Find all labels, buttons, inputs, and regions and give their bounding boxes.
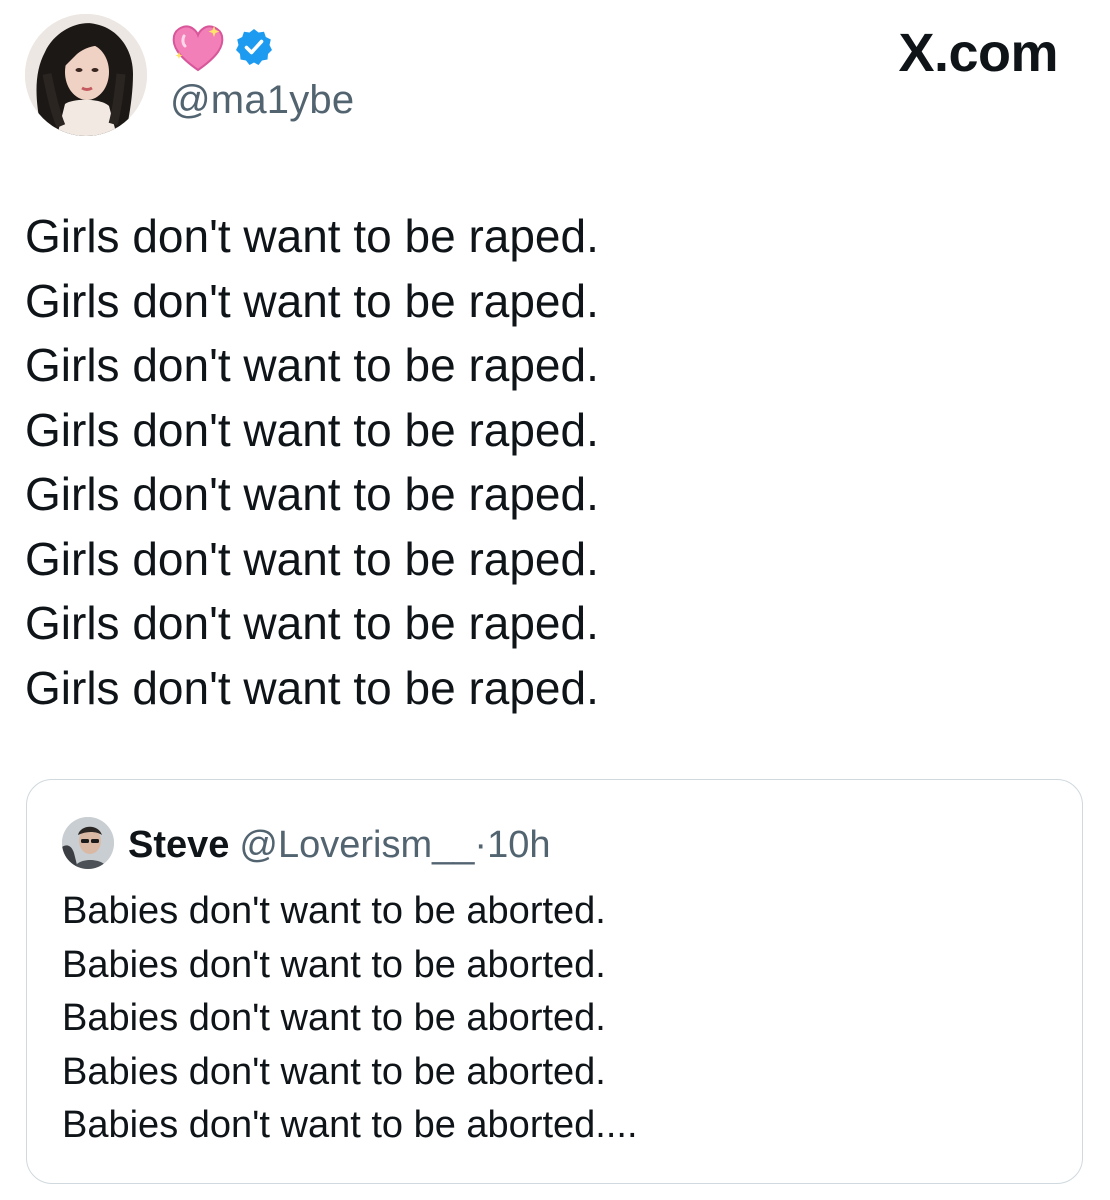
quoted-tweet-meta: Steve @Loverism__·10h xyxy=(128,820,550,870)
quoted-tweet-body: Babies don't want to be aborted. Babies … xyxy=(62,885,638,1153)
tweet-text-line: Girls don't want to be raped. xyxy=(25,597,599,649)
quoted-tweet-text-line: Babies don't want to be aborted. xyxy=(62,997,606,1039)
quoted-author-name[interactable]: Steve xyxy=(128,824,229,866)
verified-icon xyxy=(234,27,274,67)
author-avatar-image xyxy=(25,14,147,136)
sparkling-heart-icon xyxy=(170,22,226,74)
quoted-tweet-text-line: Babies don't want to be aborted. xyxy=(62,890,606,932)
quoted-tweet-text-line: Babies don't want to be aborted. xyxy=(62,943,606,986)
quoted-author-handle[interactable]: @Loverism__ xyxy=(239,824,474,866)
tweet-header: @ma1ybe X.com xyxy=(0,0,1110,160)
tweet-text-line: Girls don't want to be raped. xyxy=(25,468,599,520)
site-label: X.com xyxy=(898,23,1058,83)
quoted-author-avatar-image xyxy=(62,817,114,869)
tweet-text-line: Girls don't want to be raped. xyxy=(25,210,599,262)
meta-separator: · xyxy=(474,824,488,866)
tweet-text-line: Girls don't want to be raped. xyxy=(25,661,599,714)
quoted-tweet-text-line: Babies don't want to be aborted. xyxy=(62,1050,606,1093)
quoted-tweet-text-line: Babies don't want to be aborted.... xyxy=(62,1104,638,1146)
quoted-tweet-timestamp[interactable]: 10h xyxy=(487,824,550,866)
tweet-text-line: Girls don't want to be raped. xyxy=(25,274,599,327)
author-handle[interactable]: @ma1ybe xyxy=(170,78,354,123)
tweet-text-line: Girls don't want to be raped. xyxy=(25,532,599,585)
quoted-author-avatar[interactable] xyxy=(62,817,114,869)
tweet-body: Girls don't want to be raped. Girls don'… xyxy=(25,204,1065,720)
quoted-tweet-card[interactable]: Steve @Loverism__·10h Babies don't want t… xyxy=(26,779,1083,1184)
author-avatar[interactable] xyxy=(25,14,147,136)
tweet-text-line: Girls don't want to be raped. xyxy=(25,403,599,456)
tweet-text-line: Girls don't want to be raped. xyxy=(25,339,599,391)
